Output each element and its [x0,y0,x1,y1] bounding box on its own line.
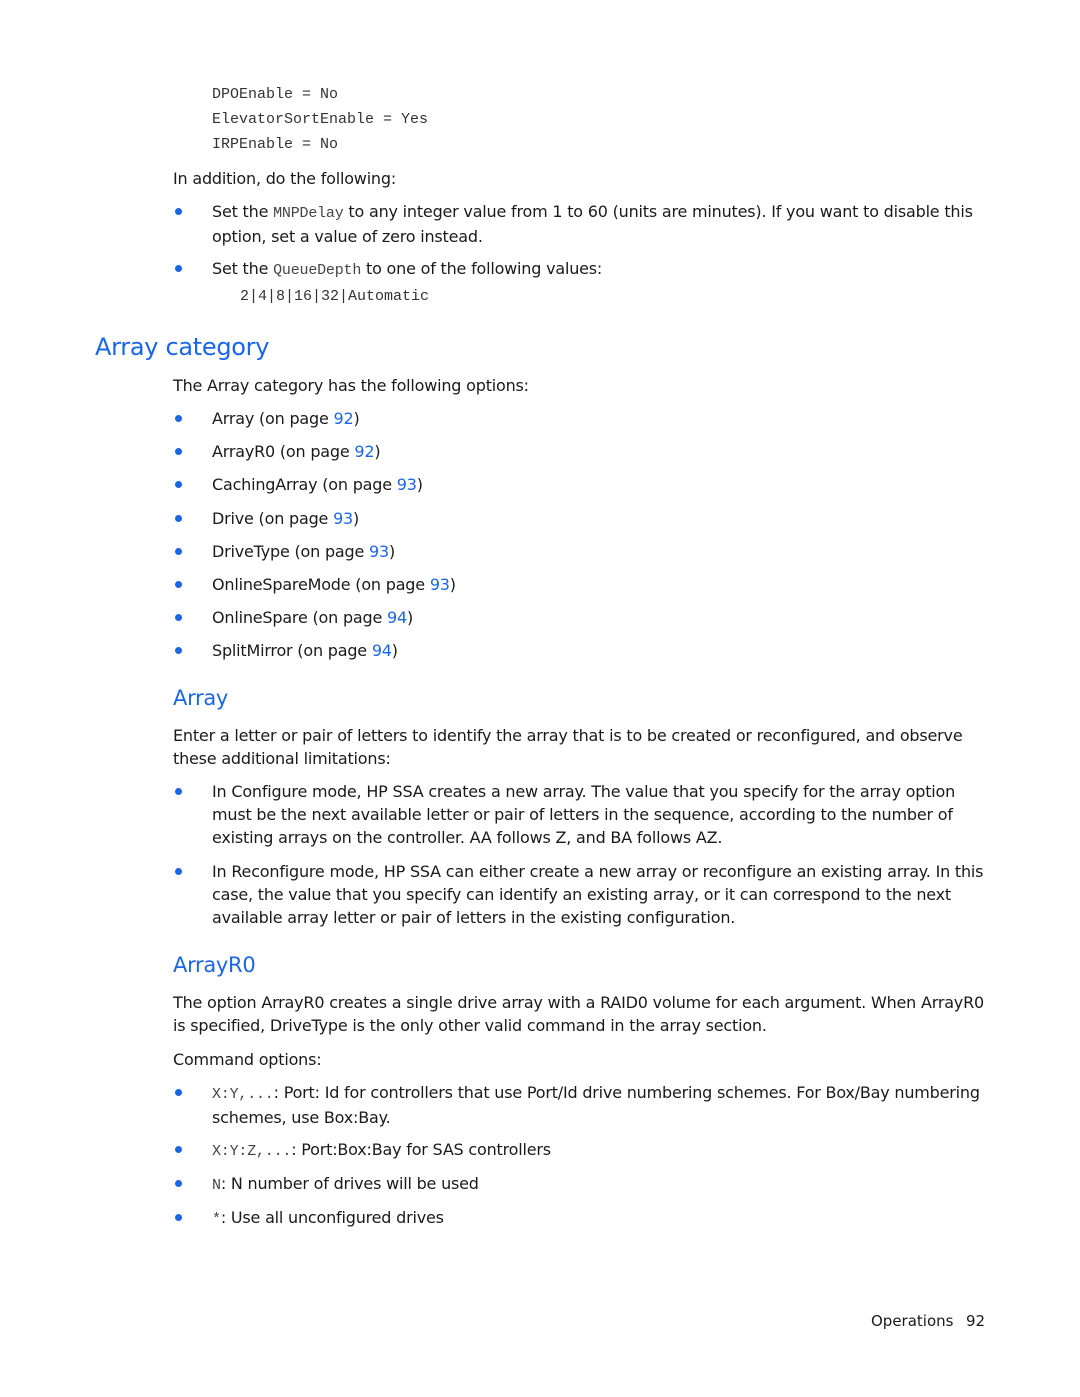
command-options-label: Command options: [173,1050,322,1069]
page-link[interactable]: 93 [430,575,450,594]
list-item: Set the MNPDelay to any integer value fr… [212,200,987,248]
category-option: OnlineSpare (on page 94) [212,606,987,629]
category-option: Drive (on page 93) [212,507,987,530]
option-name: SplitMirror [212,641,293,660]
text: (on page [350,575,430,594]
text: : Port: Id for controllers that use Port… [212,1083,980,1127]
text: to one of the following values: [361,259,603,278]
option-name: Array [212,409,255,428]
text: : Use all unconfigured drives [220,1208,444,1227]
subsection-heading: ArrayR0 [173,953,256,977]
code-inline: N [212,1177,221,1194]
code-inline: X:Y:Z,... [212,1143,292,1160]
intro-text: In addition, do the following: [173,169,397,188]
code-inline: QueueDepth [273,262,362,279]
page-number: 92 [966,1312,986,1330]
text: ) [449,575,456,594]
command-option: *: Use all unconfigured drives [212,1206,987,1231]
bullet-icon [175,208,182,215]
bullet-icon [175,1146,182,1153]
text: Set the [212,259,274,278]
text: (on page [307,608,388,627]
option-name: OnlineSpare [212,608,308,627]
page-link[interactable]: 94 [387,608,407,627]
subsection-intro: Enter a letter or pair of letters to ide… [173,726,963,768]
bullet-icon [175,581,182,588]
text: (on page [317,475,397,494]
option-name: OnlineSpareMode [212,575,351,594]
footer-section: Operations [871,1312,954,1330]
code-line: ElevatorSortEnable = Yes [212,111,429,128]
page-link[interactable]: 93 [333,509,353,528]
page-link[interactable]: 92 [354,442,374,461]
page-link[interactable]: 94 [372,641,392,660]
list-item: In Configure mode, HP SSA creates a new … [212,782,956,847]
text: (on page [253,509,334,528]
option-name: CachingArray [212,475,318,494]
text: : Port:Box:Bay for SAS controllers [291,1140,551,1159]
category-option: Array (on page 92) [212,407,987,430]
bullet-icon [175,448,182,455]
option-name: DriveType [212,542,290,561]
text: Set the [212,202,274,221]
bullet-icon [175,515,182,522]
category-option: DriveType (on page 93) [212,540,987,563]
code-inline: X:Y,... [212,1086,274,1103]
bullet-icon [175,614,182,621]
text: ) [406,608,414,627]
bullet-icon [175,788,182,795]
bullet-icon [175,1180,182,1187]
text: ) [416,475,423,494]
text: (on page [275,442,355,461]
page-link[interactable]: 93 [397,475,417,494]
page-link[interactable]: 92 [334,409,354,428]
option-name: Drive [212,509,254,528]
text: ) [374,442,381,461]
queue-values: 2|4|8|16|32|Automatic [240,288,430,305]
category-option: CachingArray (on page 93) [212,473,987,496]
text: (on page [254,409,334,428]
category-option: ArrayR0 (on page 92) [212,440,987,463]
bullet-icon [175,1214,182,1221]
text: ) [391,641,398,660]
category-option: SplitMirror (on page 94) [212,639,987,662]
page-link[interactable]: 93 [369,542,389,561]
code-line: IRPEnable = No [212,136,339,153]
list-item: Set the QueueDepth to one of the followi… [212,257,987,282]
category-option: OnlineSpareMode (on page 93) [212,573,987,596]
bullet-icon [175,481,182,488]
section-intro: The Array category has the following opt… [173,376,529,395]
code-inline: MNPDelay [273,205,344,222]
text: : N number of drives will be used [220,1174,479,1193]
text: (on page [289,542,370,561]
list-item: In Reconfigure mode, HP SSA can either c… [212,862,984,927]
bullet-icon [175,265,182,272]
text: (on page [292,641,372,660]
text: ) [353,409,360,428]
subsection-heading: Array [173,686,229,710]
command-option: X:Y,...: Port: Id for controllers that u… [212,1081,987,1129]
bullet-icon [175,548,182,555]
bullet-icon [175,415,182,422]
code-inline: * [212,1211,221,1228]
option-name: ArrayR0 [212,442,275,461]
command-option: X:Y:Z,...: Port:Box:Bay for SAS controll… [212,1138,987,1163]
subsection-intro: The option ArrayR0 creates a single driv… [173,993,984,1035]
command-option: N: N number of drives will be used [212,1172,987,1197]
code-line: DPOEnable = No [212,86,339,103]
bullet-icon [175,868,182,875]
bullet-icon [175,647,182,654]
bullet-icon [175,1089,182,1096]
text: ) [388,542,396,561]
section-heading: Array category [95,333,270,361]
text: ) [353,509,360,528]
